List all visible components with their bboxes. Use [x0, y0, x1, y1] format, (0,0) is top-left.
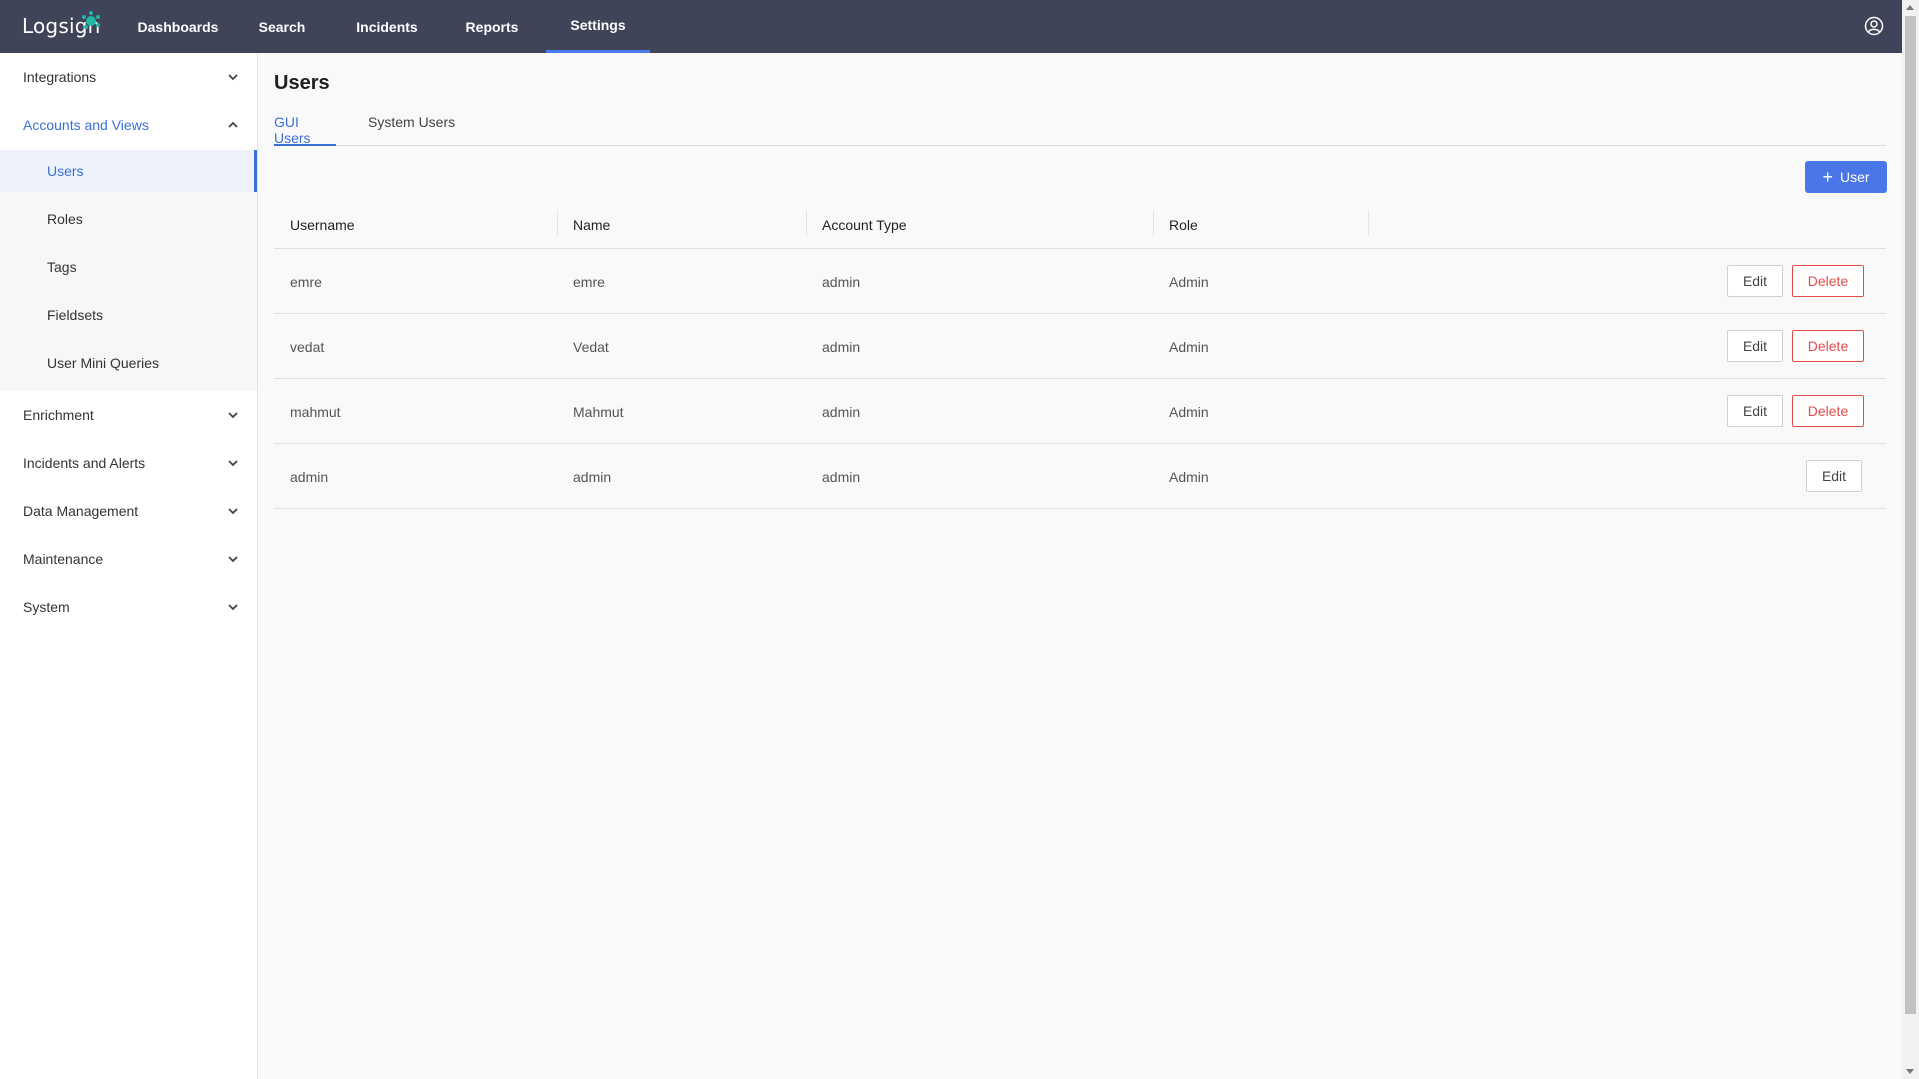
- table-row: admin admin admin Admin Edit: [274, 444, 1886, 509]
- sidebar-group-maintenance[interactable]: Maintenance: [0, 535, 257, 583]
- add-user-label: User: [1839, 169, 1870, 185]
- sidebar-group-label: Accounts and Views: [23, 117, 149, 133]
- sidebar-group-system[interactable]: System: [0, 583, 257, 631]
- sidebar-group-label: Maintenance: [23, 551, 104, 567]
- sidebar-group-enrichment[interactable]: Enrichment: [0, 391, 257, 439]
- top-navigation-bar: Logsign Dashboards Search Incidents Repo…: [0, 0, 1902, 53]
- cell-account-type: admin: [822, 468, 861, 485]
- chevron-down-icon: [228, 460, 238, 467]
- column-divider: [1368, 210, 1369, 236]
- chevron-down-icon: [228, 74, 238, 81]
- cell-username: mahmut: [290, 403, 341, 420]
- scrollbar-thumb[interactable]: [1905, 16, 1916, 1014]
- plus-icon: +: [1822, 167, 1833, 187]
- logo-mark-icon: [82, 11, 100, 29]
- sidebar-item-user-mini-queries[interactable]: User Mini Queries: [0, 342, 257, 384]
- sidebar-group-accounts-and-views[interactable]: Accounts and Views: [0, 101, 257, 149]
- sidebar-item-users[interactable]: Users: [0, 150, 257, 192]
- chevron-down-icon: [228, 604, 238, 611]
- sidebar-group-label: System: [23, 599, 70, 615]
- table-header: Username Name Account Type Role: [274, 200, 1886, 249]
- cell-role: Admin: [1169, 468, 1209, 485]
- cell-account-type: admin: [822, 338, 861, 355]
- tab-system-users[interactable]: System Users: [368, 110, 458, 146]
- sidebar-group-label: Integrations: [23, 69, 97, 85]
- sidebar-group-integrations[interactable]: Integrations: [0, 53, 257, 101]
- cell-name: Vedat: [573, 338, 609, 355]
- sidebar-group-incidents-and-alerts[interactable]: Incidents and Alerts: [0, 439, 257, 487]
- users-table: Username Name Account Type Role emre emr…: [274, 200, 1886, 509]
- edit-button[interactable]: Edit: [1727, 330, 1783, 362]
- chevron-down-icon: [228, 412, 238, 419]
- chevron-down-icon: [228, 556, 238, 563]
- sidebar-group-label: Incidents and Alerts: [23, 455, 146, 471]
- nav-dashboards[interactable]: Dashboards: [126, 0, 230, 53]
- table-row: vedat Vedat admin Admin Edit Delete: [274, 314, 1886, 379]
- cell-name: admin: [573, 468, 612, 485]
- page-title: Users: [274, 72, 330, 94]
- nav-reports[interactable]: Reports: [456, 0, 528, 53]
- delete-button[interactable]: Delete: [1792, 330, 1864, 362]
- scroll-up-arrow-icon[interactable]: [1906, 5, 1914, 10]
- column-header-username[interactable]: Username: [274, 200, 557, 249]
- scroll-down-arrow-icon[interactable]: [1906, 1069, 1914, 1074]
- sidebar-group-data-management[interactable]: Data Management: [0, 487, 257, 535]
- cell-role: Admin: [1169, 273, 1209, 290]
- cell-account-type: admin: [822, 273, 861, 290]
- sidebar-item-roles[interactable]: Roles: [0, 198, 257, 240]
- user-type-tabs: GUI Users System Users: [274, 110, 1886, 146]
- chevron-down-icon: [228, 508, 238, 515]
- cell-account-type: admin: [822, 403, 861, 420]
- column-header-name[interactable]: Name: [557, 200, 806, 249]
- edit-button[interactable]: Edit: [1727, 265, 1783, 297]
- cell-username: emre: [290, 273, 322, 290]
- sidebar-group-label: Data Management: [23, 503, 139, 519]
- nav-search[interactable]: Search: [246, 0, 318, 53]
- vertical-scrollbar[interactable]: [1902, 0, 1919, 1079]
- cell-role: Admin: [1169, 338, 1209, 355]
- table-row: mahmut Mahmut admin Admin Edit Delete: [274, 379, 1886, 444]
- add-user-button[interactable]: + User: [1805, 161, 1887, 193]
- sidebar-group-label: Enrichment: [23, 407, 94, 423]
- cell-role: Admin: [1169, 403, 1209, 420]
- tab-gui-users[interactable]: GUI Users: [274, 110, 336, 146]
- table-row: emre emre admin Admin Edit Delete: [274, 249, 1886, 314]
- sidebar-item-tags[interactable]: Tags: [0, 246, 257, 288]
- cell-username: vedat: [290, 338, 325, 355]
- cell-name: emre: [573, 273, 605, 290]
- chevron-up-icon: [228, 121, 238, 128]
- nav-incidents[interactable]: Incidents: [344, 0, 430, 53]
- edit-button[interactable]: Edit: [1806, 460, 1862, 492]
- column-header-role[interactable]: Role: [1153, 200, 1368, 249]
- cell-username: admin: [290, 468, 329, 485]
- settings-sidebar: Integrations Accounts and Views Users Ro…: [0, 53, 258, 1079]
- cell-name: Mahmut: [573, 403, 624, 420]
- sidebar-item-fieldsets[interactable]: Fieldsets: [0, 294, 257, 336]
- column-header-account-type[interactable]: Account Type: [806, 200, 1153, 249]
- nav-settings[interactable]: Settings: [546, 0, 650, 53]
- delete-button[interactable]: Delete: [1792, 395, 1864, 427]
- edit-button[interactable]: Edit: [1727, 395, 1783, 427]
- user-account-icon[interactable]: [1864, 16, 1884, 36]
- delete-button[interactable]: Delete: [1792, 265, 1864, 297]
